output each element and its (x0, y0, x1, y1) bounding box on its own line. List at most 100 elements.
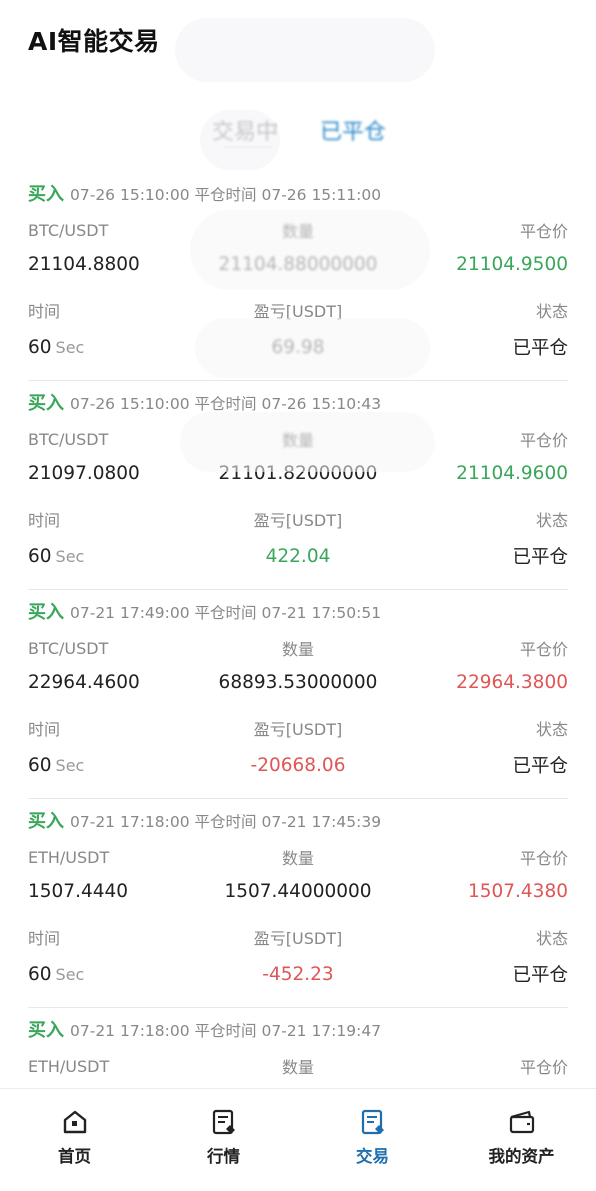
close-time: 07-21 17:45:39 (261, 813, 382, 831)
value-row-2: 60 Sec -20668.06 已平仓 (28, 752, 568, 778)
close-price: 21104.9500 (456, 254, 568, 275)
status-value: 已平仓 (512, 547, 568, 568)
close-price-label: 平仓价 (519, 640, 568, 659)
status-label: 状态 (535, 720, 568, 739)
value-row-2: 60 Sec 422.04 已平仓 (28, 543, 568, 569)
pnl-value: 69.98 (271, 336, 325, 358)
time-label: 时间 (28, 929, 61, 948)
nav-home[interactable]: 首页 (0, 1089, 149, 1191)
pair: ETH/USDT (28, 1056, 110, 1076)
open-price: 22964.4600 (28, 672, 140, 693)
label-row: ETH/USDT 数量 平仓价 (28, 845, 568, 869)
quantity: 68893.53000000 (218, 672, 378, 693)
open-time: 07-26 15:10:00 (70, 395, 190, 413)
status-label: 状态 (535, 302, 568, 321)
qty-label: 数量 (281, 222, 314, 241)
pnl-value: -20668.06 (250, 754, 346, 776)
label-row: BTC/USDT 数量 平仓价 (28, 218, 568, 242)
tab-closed[interactable]: 已平仓 (320, 114, 386, 146)
duration-value: 60 (28, 336, 52, 358)
order-card[interactable]: 买入 07-21 17:18:00 平仓时间 07-21 17:19:47 ETH… (28, 1008, 568, 1088)
status-value: 已平仓 (512, 756, 568, 777)
status-label: 状态 (535, 929, 568, 948)
close-time-label: 平仓时间 (194, 1022, 257, 1040)
close-time-label: 平仓时间 (194, 604, 257, 622)
order-side: 买入 (28, 393, 64, 414)
close-time: 07-26 15:10:43 (261, 395, 382, 413)
status-label: 状态 (535, 511, 568, 530)
duration-value: 60 (28, 754, 52, 776)
duration-unit: Sec (55, 337, 85, 357)
page-title: AI智能交易 (28, 27, 160, 56)
order-header: 买入 07-21 17:18:00 平仓时间 07-21 17:45:39 (28, 807, 381, 833)
label-row: ETH/USDT 数量 平仓价 (28, 1054, 568, 1078)
duration: 60 Sec (28, 964, 208, 985)
close-price-label: 平仓价 (519, 431, 568, 450)
duration-value: 60 (28, 545, 52, 567)
pair: BTC/USDT (28, 429, 109, 449)
label-row: BTC/USDT 数量 平仓价 (28, 636, 568, 660)
pnl-label: 盈亏[USDT] (253, 720, 343, 739)
duration: 60 Sec (28, 337, 208, 358)
status-value: 已平仓 (512, 965, 568, 986)
qty-label: 数量 (281, 640, 314, 659)
nav-trade[interactable]: 交易 (298, 1089, 447, 1191)
nav-label: 交易 (356, 1147, 389, 1166)
order-side: 买入 (28, 811, 64, 832)
order-header: 买入 07-26 15:10:00 平仓时间 07-26 15:11:00 (28, 180, 381, 206)
duration: 60 Sec (28, 755, 208, 776)
quantity: 21101.82000000 (218, 463, 378, 484)
nav-assets[interactable]: 我的资产 (447, 1089, 596, 1191)
label-row-2: 时间 盈亏[USDT] 状态 (28, 298, 568, 322)
open-time: 07-21 17:18:00 (70, 1022, 190, 1040)
status-value: 已平仓 (512, 338, 568, 359)
value-row: 21104.8800 21104.88000000 21104.9500 (28, 254, 568, 275)
time-label: 时间 (28, 511, 61, 530)
label-row-2: 时间 盈亏[USDT] 状态 (28, 925, 568, 949)
page-header: AI智能交易 (0, 0, 596, 86)
close-time-label: 平仓时间 (194, 186, 257, 204)
order-card[interactable]: 买入 07-21 17:18:00 平仓时间 07-21 17:45:39 ETH… (28, 799, 568, 1008)
close-price-label: 平仓价 (519, 849, 568, 868)
label-row: BTC/USDT 数量 平仓价 (28, 427, 568, 451)
order-list[interactable]: 买入 07-26 15:10:00 平仓时间 07-26 15:11:00 BTC… (0, 172, 596, 1088)
value-row-2: 60 Sec -452.23 已平仓 (28, 961, 568, 987)
order-header: 买入 07-21 17:18:00 平仓时间 07-21 17:19:47 (28, 1016, 381, 1042)
qty-label: 数量 (281, 431, 314, 450)
nav-label: 我的资产 (488, 1147, 555, 1166)
time-label: 时间 (28, 720, 61, 739)
order-side: 买入 (28, 602, 64, 623)
order-card[interactable]: 买入 07-26 15:10:00 平仓时间 07-26 15:11:00 BTC… (28, 172, 568, 381)
value-row: 1507.4440 1507.44000000 1507.4380 (28, 881, 568, 902)
close-price: 22964.3800 (456, 672, 568, 693)
open-time: 07-21 17:49:00 (70, 604, 190, 622)
pnl-value: 422.04 (265, 545, 331, 567)
nav-label: 行情 (207, 1147, 240, 1166)
order-card[interactable]: 买入 07-26 15:10:00 平仓时间 07-26 15:10:43 BTC… (28, 381, 568, 590)
tab-open[interactable]: 交易中 (212, 114, 278, 146)
order-card[interactable]: 买入 07-21 17:49:00 平仓时间 07-21 17:50:51 BTC… (28, 590, 568, 799)
nav-market[interactable]: 行情 (149, 1089, 298, 1191)
close-time-label: 平仓时间 (194, 813, 257, 831)
label-row-2: 时间 盈亏[USDT] 状态 (28, 507, 568, 531)
tab-indicator (224, 146, 272, 148)
open-time: 07-26 15:10:00 (70, 186, 190, 204)
pair: BTC/USDT (28, 638, 109, 658)
open-time: 07-21 17:18:00 (70, 813, 190, 831)
order-header: 买入 07-21 17:49:00 平仓时间 07-21 17:50:51 (28, 598, 381, 624)
order-side: 买入 (28, 1020, 64, 1041)
open-price: 1507.4440 (28, 881, 129, 902)
order-side: 买入 (28, 184, 64, 205)
close-price: 21104.9600 (456, 463, 568, 484)
value-row: 21097.0800 21101.82000000 21104.9600 (28, 463, 568, 484)
market-icon (212, 1109, 235, 1135)
close-time-label: 平仓时间 (194, 395, 257, 413)
order-header: 买入 07-26 15:10:00 平仓时间 07-26 15:10:43 (28, 389, 381, 415)
close-price-label: 平仓价 (519, 222, 568, 241)
quantity: 21104.88000000 (218, 254, 378, 275)
qty-label: 数量 (281, 1058, 314, 1077)
value-row-2: 60 Sec 69.98 已平仓 (28, 334, 568, 360)
tab-bar: 交易中 已平仓 (0, 86, 596, 158)
close-price: 1507.4380 (467, 881, 568, 902)
close-time: 07-21 17:19:47 (261, 1022, 382, 1040)
